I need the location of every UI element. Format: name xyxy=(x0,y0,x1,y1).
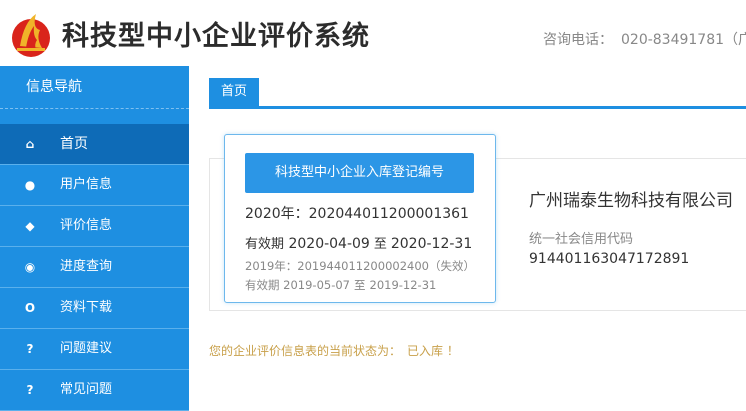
registration-number-button[interactable]: 科技型中小企业入库登记编号 xyxy=(245,153,474,193)
sidebar-item-progress[interactable]: ◉ 进度查询 xyxy=(0,247,189,288)
logo-icon xyxy=(12,14,50,57)
sidebar-item-faq[interactable]: ? 常见问题 xyxy=(0,370,189,411)
status-label: 您的企业评价信息表的当前状态为： xyxy=(209,344,402,358)
sidebar-item-evaluation[interactable]: ◆ 评价信息 xyxy=(0,206,189,247)
main-content: 首页 科技型中小企业入库登记编号 2020年：20204401120000136… xyxy=(189,66,746,411)
sidebar-item-user-info[interactable]: ● 用户信息 xyxy=(0,165,189,206)
sidebar-item-label: 进度查询 xyxy=(60,259,113,274)
credit-code-label: 统一社会信用代码 xyxy=(529,232,634,247)
company-name: 广州瑞泰生物科技有限公司 xyxy=(529,191,733,211)
sidebar-item-downloads[interactable]: O 资料下载 xyxy=(0,288,189,329)
sidebar-item-label: 常见问题 xyxy=(60,382,113,397)
registration-card: 科技型中小企业入库登记编号 2020年：202044011200001361 有… xyxy=(224,134,496,303)
circle-icon: O xyxy=(24,301,36,315)
tag-icon: ◆ xyxy=(25,219,35,233)
sidebar-item-label: 用户信息 xyxy=(60,177,113,192)
previous-validity: 有效期 2019-05-07 至 2019-12-31 xyxy=(245,278,437,292)
eye-icon: ◉ xyxy=(24,260,36,274)
app-title: 科技型中小企业评价系统 xyxy=(62,21,370,52)
sidebar-item-home[interactable]: ⌂ 首页 xyxy=(0,124,189,165)
sidebar-item-feedback[interactable]: ? 问题建议 xyxy=(0,329,189,370)
previous-registration-number: 2019年：201944011200002400（失效） xyxy=(245,259,475,273)
user-icon: ● xyxy=(24,178,36,192)
sidebar: 信息导航 ⌂ 首页 ● 用户信息 ◆ 评价信息 ◉ 进度查询 O 资料下载 ? … xyxy=(0,66,189,411)
hotline-label: 咨询电话： xyxy=(543,32,613,48)
credit-code-value: 914401163047172891 xyxy=(529,251,690,267)
sidebar-item-label: 资料下载 xyxy=(60,300,113,315)
sidebar-item-label: 评价信息 xyxy=(60,218,113,233)
question-icon: ? xyxy=(26,383,34,397)
current-registration-number: 2020年：202044011200001361 xyxy=(245,206,469,222)
sidebar-item-label: 首页 xyxy=(60,136,88,152)
sidebar-item-label: 问题建议 xyxy=(60,341,113,356)
question-icon: ? xyxy=(26,342,34,356)
sidebar-title: 信息导航 xyxy=(0,66,189,109)
status-value: 已入库 ！ xyxy=(407,344,459,358)
tab-home[interactable]: 首页 xyxy=(209,78,259,106)
current-validity: 有效期 2020-04-09 至 2020-12-31 xyxy=(245,236,473,252)
header: 科技型中小企业评价系统 咨询电话： 020-83491781（广 xyxy=(0,0,746,66)
hotline: 咨询电话： 020-83491781（广 xyxy=(543,29,746,49)
status-message: 您的企业评价信息表的当前状态为： 已入库 ！ xyxy=(209,342,459,359)
hotline-number: 020-83491781（广 xyxy=(621,32,746,48)
tab-bar: 首页 xyxy=(209,78,746,109)
home-icon: ⌂ xyxy=(25,137,35,151)
